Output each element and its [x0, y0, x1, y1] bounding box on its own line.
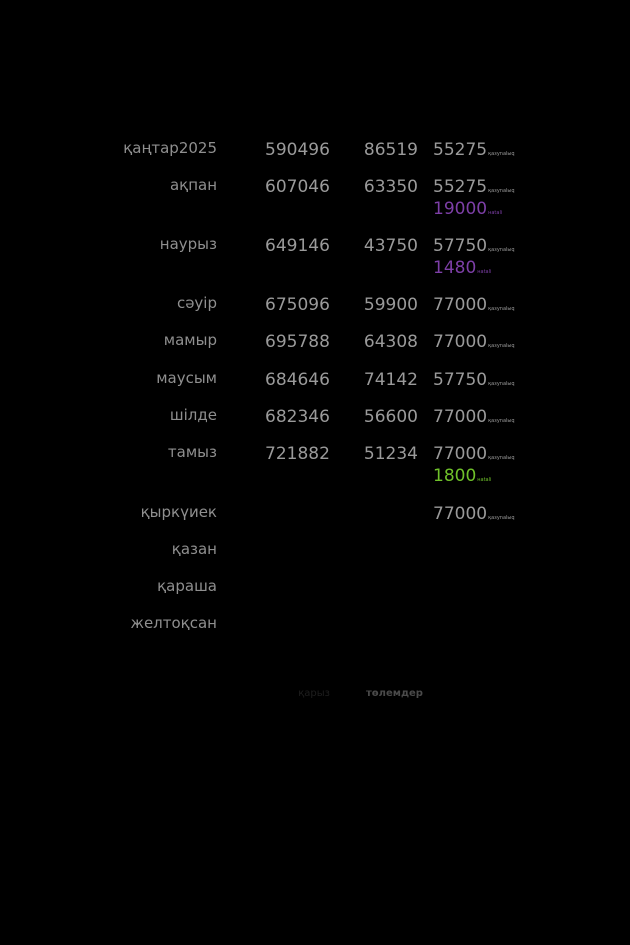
debt-value: 675096 [265, 295, 330, 315]
debt-value: 721882 [265, 444, 330, 464]
table-row: ақпан 607046 63350 55275қазynalыq 19000наtal… [0, 176, 630, 219]
table-row: тамыз 721882 51234 77000қазynalыq 1800наtalі [0, 443, 630, 486]
extra-payments: 55275қазynalыq 19000наtalі [433, 177, 515, 221]
extra-payment: 1480наtalі [433, 258, 515, 280]
extra-payments: 55275қазynalыq [433, 140, 515, 162]
debt-column-label: қарыз [298, 688, 330, 699]
extra-payments: 77000қазynalыq [433, 295, 515, 317]
extra-source-tag: қазynalыq [488, 343, 515, 349]
extra-amount: 77000 [433, 407, 488, 427]
extra-payment: 77000қазynalыq [433, 407, 515, 429]
extra-payment: 77000қазynalыq [433, 504, 515, 526]
table-row: наурыз 649146 43750 57750қазynalыq 1480наtal… [0, 235, 630, 278]
month-label: сәуір [176, 294, 217, 312]
table-row: маусым 684646 74142 57750қазynalыq [0, 369, 630, 399]
table-row: қаңтар2025 590496 86519 55275қазynalыq [0, 139, 630, 169]
extra-amount: 57750 [433, 236, 488, 256]
debt-value: 695788 [265, 332, 330, 352]
column-legend: қарыз төлемдер [0, 688, 630, 702]
payment-value: 51234 [363, 444, 418, 464]
extra-source-tag: қазynalыq [488, 381, 515, 387]
month-label: мамыр [163, 331, 217, 349]
payment-value: 74142 [363, 370, 418, 390]
table-row: желтоқсан [0, 614, 630, 644]
payment-value: 59900 [363, 295, 418, 315]
extra-payment: 77000қазynalыq [433, 295, 515, 317]
extra-source-tag: қазynalыq [488, 455, 515, 461]
payment-value: 64308 [363, 332, 418, 352]
extra-payments: 77000қазynalыq [433, 332, 515, 354]
month-label: тамыз [167, 443, 217, 461]
month-label: қаңтар2025 [123, 139, 217, 157]
extra-payment: 55275қазynalыq [433, 140, 515, 162]
payment-value: 43750 [363, 236, 418, 256]
table-row: мамыр 695788 64308 77000қазynalыq [0, 331, 630, 361]
extra-payment: 57750қазynalыq [433, 370, 515, 392]
month-label: қараша [157, 577, 217, 595]
table-row: қараша [0, 577, 630, 607]
extra-source-tag: наtalі [477, 269, 492, 275]
debt-value: 649146 [265, 236, 330, 256]
month-label: ақпан [169, 176, 217, 194]
extra-source-tag: наtalі [488, 210, 503, 216]
extra-payment: 55275қазynalыq [433, 177, 515, 199]
month-label: желтоқсан [130, 614, 217, 632]
extra-amount: 77000 [433, 295, 488, 315]
debt-value: 590496 [265, 140, 330, 160]
extra-amount: 77000 [433, 504, 488, 524]
extra-amount: 1800 [433, 466, 477, 486]
debt-value: 607046 [265, 177, 330, 197]
extra-payments: 57750қазynalыq [433, 370, 515, 392]
extra-source-tag: қазynalыq [488, 515, 515, 521]
extra-amount: 1480 [433, 258, 477, 278]
extra-payments: 77000қазynalыq 1800наtalі [433, 444, 515, 488]
extra-payment: 57750қазynalыq [433, 236, 515, 258]
extra-source-tag: қазynalыq [488, 418, 515, 424]
payment-value: 63350 [363, 177, 418, 197]
extra-amount: 55275 [433, 177, 488, 197]
month-label: наурыз [159, 235, 217, 253]
debt-value: 682346 [265, 407, 330, 427]
extra-payments: 77000қазynalыq [433, 407, 515, 429]
extra-source-tag: қазynalыq [488, 151, 515, 157]
debt-value: 684646 [265, 370, 330, 390]
month-label: шілде [169, 406, 217, 424]
extra-source-tag: қазynalыq [488, 188, 515, 194]
table-row: қыркүиек 77000қазynalыq [0, 503, 630, 533]
extra-amount: 19000 [433, 199, 488, 219]
extra-payment: 19000наtalі [433, 199, 515, 221]
table-row: қазан [0, 540, 630, 570]
extra-payment: 77000қазynalыq [433, 332, 515, 354]
month-label: маусым [156, 369, 217, 387]
table-row: шілде 682346 56600 77000қазynalыq [0, 406, 630, 436]
extra-amount: 57750 [433, 370, 488, 390]
extra-amount: 55275 [433, 140, 488, 160]
table-row: сәуір 675096 59900 77000қазynalыq [0, 294, 630, 324]
extra-source-tag: қазynalыq [488, 306, 515, 312]
month-label: қазан [171, 540, 217, 558]
payment-value: 86519 [363, 140, 418, 160]
extra-payment: 1800наtalі [433, 466, 515, 488]
extra-payments: 57750қазynalыq 1480наtalі [433, 236, 515, 280]
month-label: қыркүиек [140, 503, 217, 521]
extra-payment: 77000қазynalыq [433, 444, 515, 466]
payments-column-label: төлемдер [366, 688, 423, 699]
extra-source-tag: наtalі [477, 477, 492, 483]
extra-amount: 77000 [433, 444, 488, 464]
payment-value: 56600 [363, 407, 418, 427]
extra-payments: 77000қазynalыq [433, 504, 515, 526]
extra-source-tag: қазynalыq [488, 247, 515, 253]
extra-amount: 77000 [433, 332, 488, 352]
